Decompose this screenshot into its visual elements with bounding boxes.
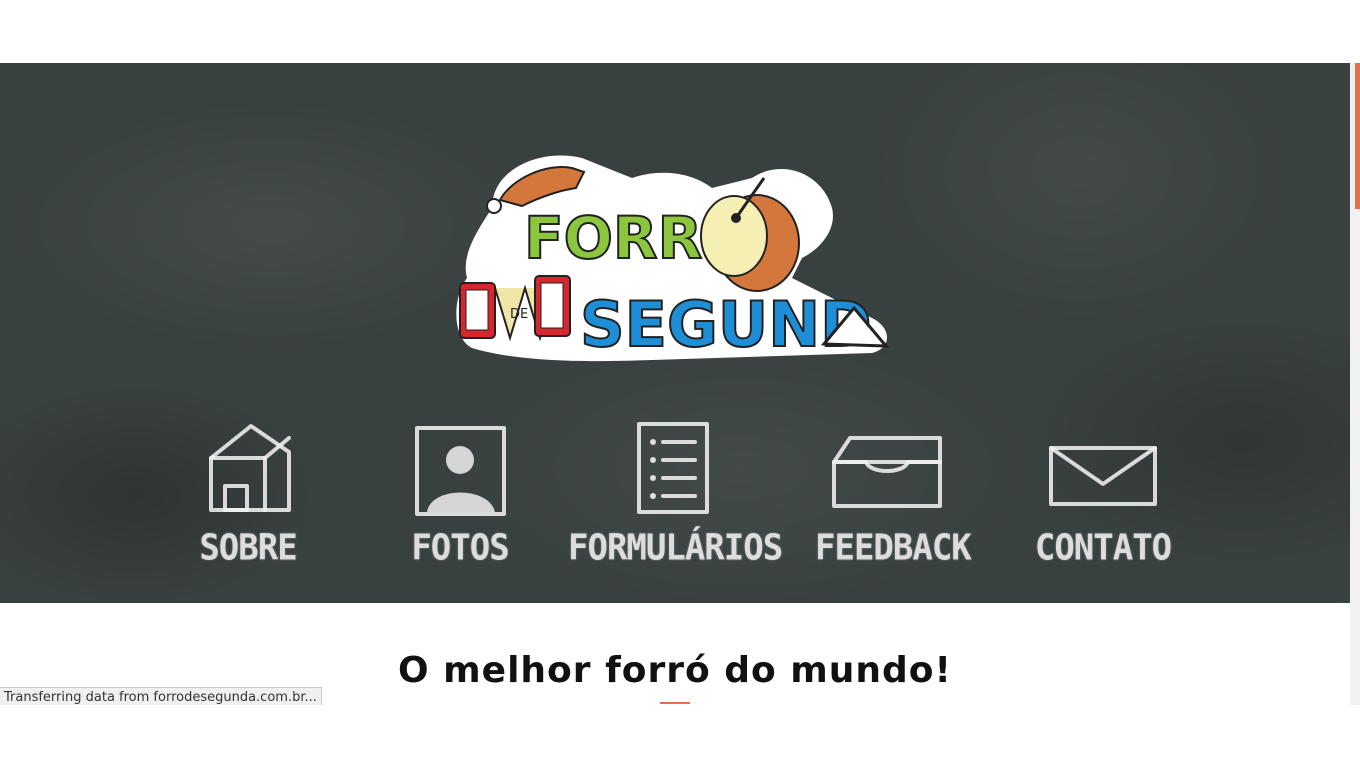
forro-de-segunda-logo[interactable]: FORR DE SEGUND bbox=[452, 148, 894, 363]
logo-word-segunda: SEGUND bbox=[580, 288, 872, 361]
logo-word-forro: FORR bbox=[524, 204, 702, 272]
nav-item-fotos[interactable]: FOTOS bbox=[410, 418, 510, 569]
logo-connector-de: DE bbox=[510, 307, 528, 322]
nav-item-feedback[interactable]: FEEDBACK bbox=[815, 418, 972, 569]
scrollbar-thumb[interactable] bbox=[1355, 63, 1360, 209]
main-nav: SOBRE FOTOS FORMULÁRIOS FEEDBACK CONTATO bbox=[0, 418, 1350, 578]
nav-item-sobre[interactable]: SOBRE bbox=[198, 418, 298, 569]
photo-portrait-icon bbox=[414, 426, 506, 516]
browser-top-blank bbox=[0, 0, 1360, 63]
headline-underline bbox=[660, 702, 690, 704]
nav-label-sobre: SOBRE bbox=[199, 527, 297, 569]
nav-label-contato: CONTATO bbox=[1034, 527, 1172, 569]
browser-bottom-blank bbox=[0, 705, 1360, 768]
chalkboard-hero: FORR DE SEGUND SOBRE FOTOS FORMULÁRIOS F… bbox=[0, 63, 1350, 603]
page-headline: O melhor forró do mundo! bbox=[398, 650, 952, 691]
envelope-icon bbox=[1049, 446, 1157, 506]
nav-label-formularios: FORMULÁRIOS bbox=[568, 527, 783, 569]
house-icon bbox=[209, 424, 291, 512]
nav-item-formularios[interactable]: FORMULÁRIOS bbox=[568, 418, 783, 569]
nav-item-contato[interactable]: CONTATO bbox=[1033, 418, 1173, 569]
nav-label-feedback: FEEDBACK bbox=[815, 527, 972, 569]
inbox-tray-icon bbox=[831, 436, 942, 508]
form-list-icon bbox=[637, 422, 709, 514]
nav-label-fotos: FOTOS bbox=[411, 527, 509, 569]
